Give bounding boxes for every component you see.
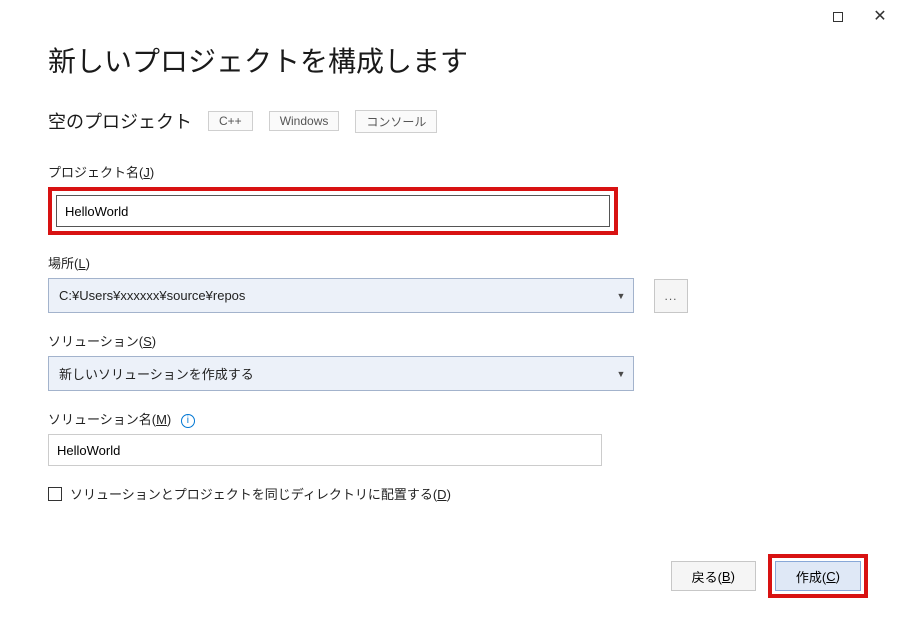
back-button[interactable]: 戻る(B) — [671, 561, 756, 591]
create-highlight: 作成(C) — [768, 554, 868, 598]
close-icon: ✕ — [873, 9, 886, 25]
project-name-input[interactable] — [56, 195, 610, 227]
template-tag: C++ — [208, 111, 253, 131]
template-name: 空のプロジェクト — [48, 108, 192, 134]
page-title: 新しいプロジェクトを構成します — [48, 40, 852, 80]
location-value: C:¥Users¥xxxxxx¥source¥repos — [59, 288, 245, 303]
template-tag: Windows — [269, 111, 340, 131]
solution-name-label: ソリューション名(M) i — [48, 409, 852, 428]
template-row: 空のプロジェクト C++ Windows コンソール — [48, 108, 852, 134]
solution-group: ソリューション(S) 新しいソリューションを作成する ▼ — [48, 331, 852, 391]
solution-name-group: ソリューション名(M) i — [48, 409, 852, 466]
same-dir-label: ソリューションとプロジェクトを同じディレクトリに配置する(D) — [70, 484, 451, 503]
info-icon[interactable]: i — [181, 414, 195, 428]
dialog-content: 新しいプロジェクトを構成します 空のプロジェクト C++ Windows コンソ… — [0, 0, 900, 503]
maximize-button[interactable] — [826, 5, 850, 29]
project-name-label: プロジェクト名(J) — [48, 162, 852, 181]
chevron-down-icon: ▼ — [609, 279, 633, 312]
location-row: C:¥Users¥xxxxxx¥source¥repos ▼ ... — [48, 278, 852, 313]
dialog-footer: 戻る(B) 作成(C) — [671, 554, 868, 598]
browse-label: ... — [664, 289, 677, 303]
solution-value: 新しいソリューションを作成する — [59, 364, 254, 383]
close-button[interactable]: ✕ — [868, 5, 892, 29]
location-combo[interactable]: C:¥Users¥xxxxxx¥source¥repos ▼ — [48, 278, 634, 313]
create-button[interactable]: 作成(C) — [775, 561, 861, 591]
browse-button[interactable]: ... — [654, 279, 688, 313]
solution-name-input[interactable] — [48, 434, 602, 466]
same-dir-row: ソリューションとプロジェクトを同じディレクトリに配置する(D) — [48, 484, 852, 503]
location-group: 場所(L) C:¥Users¥xxxxxx¥source¥repos ▼ ... — [48, 253, 852, 313]
maximize-icon — [833, 12, 843, 22]
solution-label: ソリューション(S) — [48, 331, 852, 350]
project-name-group: プロジェクト名(J) — [48, 162, 852, 235]
same-dir-checkbox[interactable] — [48, 487, 62, 501]
window-controls: ✕ — [826, 5, 892, 29]
chevron-down-icon: ▼ — [609, 357, 633, 390]
template-tag: コンソール — [355, 110, 437, 133]
project-name-highlight — [48, 187, 618, 235]
solution-combo[interactable]: 新しいソリューションを作成する ▼ — [48, 356, 634, 391]
location-label: 場所(L) — [48, 253, 852, 272]
